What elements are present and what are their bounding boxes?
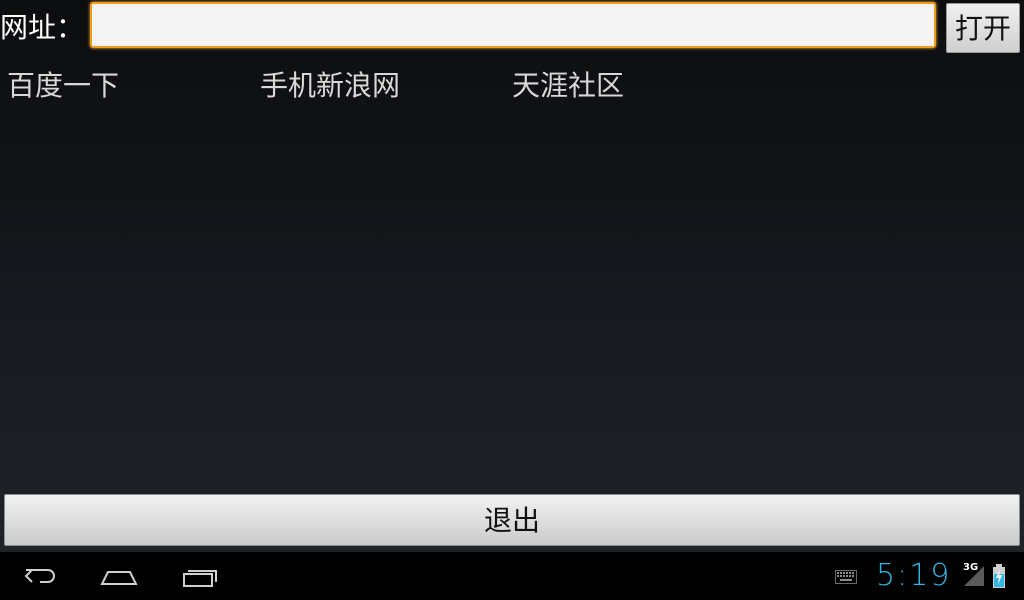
recent-apps-icon[interactable] [178,560,222,592]
keyboard-icon [835,570,857,584]
link-sina-mobile[interactable]: 手机新浪网 [260,66,400,106]
back-icon[interactable] [18,560,62,592]
url-label: 网址： [0,11,85,44]
link-baidu[interactable]: 百度一下 [7,66,119,106]
link-tianya[interactable]: 天涯社区 [512,66,624,106]
battery-charging-icon [993,564,1005,588]
status-clock: 5:19 [876,558,952,593]
exit-button[interactable]: 退出 [4,494,1020,546]
open-button[interactable]: 打开 [946,3,1020,53]
system-nav-bar: 5:19 3G [0,552,1024,600]
url-input[interactable] [90,2,936,48]
network-type-label: 3G [963,562,979,573]
browser-app: 网址： 打开 百度一下 手机新浪网 天涯社区 退出 [0,0,1024,552]
home-icon[interactable] [98,560,142,592]
